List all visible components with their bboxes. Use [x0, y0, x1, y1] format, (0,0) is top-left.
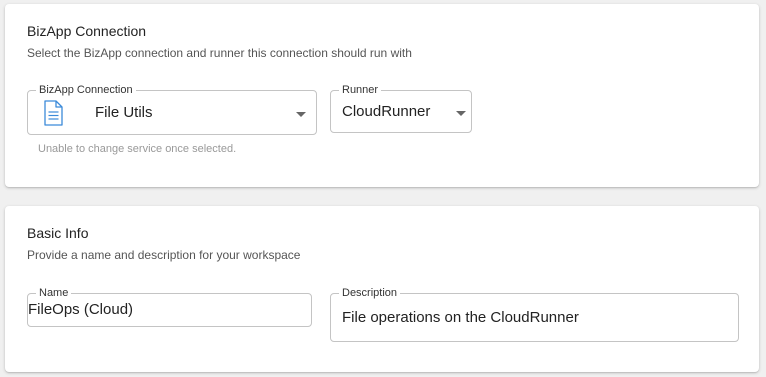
- basic-info-section-subtitle: Provide a name and description for your …: [27, 248, 301, 262]
- bizapp-connection-helper-text: Unable to change service once selected.: [38, 143, 237, 155]
- description-field[interactable]: Description File operations on the Cloud…: [330, 286, 739, 342]
- bizapp-connection-label: BizApp Connection: [36, 83, 136, 97]
- runner-label: Runner: [339, 83, 382, 97]
- document-icon: [44, 100, 63, 126]
- basic-info-card: Basic Info Provide a name and descriptio…: [5, 206, 759, 372]
- bizapp-section-subtitle: Select the BizApp connection and runner …: [27, 46, 412, 60]
- basic-info-section-title: Basic Info: [27, 225, 89, 241]
- chevron-down-icon: [456, 111, 466, 116]
- name-field[interactable]: Name FileOps (Cloud): [27, 286, 312, 327]
- description-label: Description: [339, 286, 401, 300]
- runner-value: CloudRunner: [342, 103, 431, 120]
- runner-select[interactable]: Runner CloudRunner: [330, 83, 472, 133]
- bizapp-connection-card: BizApp Connection Select the BizApp conn…: [5, 4, 759, 187]
- chevron-down-icon: [296, 112, 306, 117]
- name-input-value: FileOps (Cloud): [28, 301, 134, 318]
- name-label: Name: [36, 286, 72, 300]
- description-input-value: File operations on the CloudRunner: [342, 309, 579, 326]
- bizapp-connection-value: File Utils: [95, 104, 153, 121]
- bizapp-section-title: BizApp Connection: [27, 23, 147, 39]
- bizapp-connection-select[interactable]: BizApp Connection File Utils: [27, 83, 317, 135]
